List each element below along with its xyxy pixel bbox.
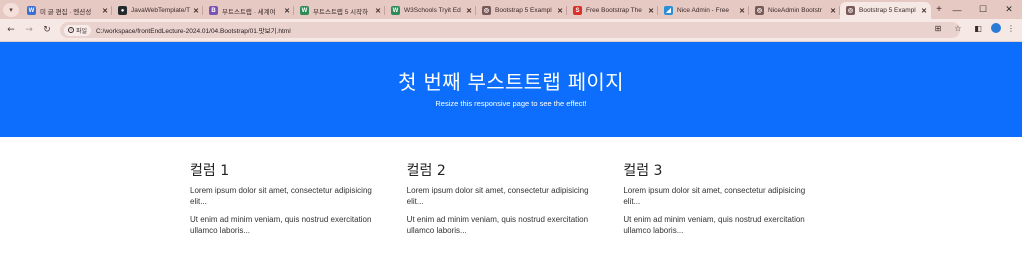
tab-favicon-icon: ◎ (846, 6, 855, 15)
tab-close-icon[interactable]: ✕ (648, 7, 654, 15)
browser-tab[interactable]: W 미 글 편집 · 멘션성 ✕ (21, 2, 112, 19)
side-panel-icon[interactable]: ◧ (971, 24, 985, 33)
tab-title: 부트스트랩 · 세계여 (222, 8, 276, 16)
tab-favicon-icon: ● (118, 6, 127, 15)
column-paragraph: Lorem ipsum dolor sit amet, consectetur … (406, 186, 589, 206)
menu-dots-icon[interactable]: ⋮ (1006, 24, 1016, 33)
tab-close-icon[interactable]: ✕ (102, 7, 108, 15)
toolbar-actions: ⊞ ☆ ◧ ⋮ (925, 23, 1016, 33)
browser-tab[interactable]: W 부트스트랩 5 시작하 ✕ (294, 2, 385, 19)
tab-favicon-icon: ◢ (664, 6, 673, 15)
browser-tab[interactable]: B 부트스트랩 · 세계여 ✕ (203, 2, 294, 19)
page-subtitle: Resize this responsive page to see the e… (435, 99, 587, 108)
minimize-button[interactable]: — (944, 5, 970, 15)
info-icon: i (68, 27, 74, 33)
close-window-button[interactable]: ✕ (996, 4, 1022, 15)
tab-title: Nice Admin - Free (677, 7, 730, 14)
column-heading: 컬럼 2 (406, 163, 446, 179)
column-paragraph: Ut enim ad minim veniam, quis nostrud ex… (623, 215, 805, 235)
reload-button[interactable]: ↻ (40, 25, 54, 35)
tab-favicon-icon: S (573, 6, 582, 15)
browser-tab[interactable]: ◢ Nice Admin - Free ✕ (658, 2, 749, 19)
chevron-down-icon: ▾ (9, 5, 13, 14)
browser-tab[interactable]: S Free Bootstrap The ✕ (567, 2, 658, 19)
column: 컬럼 2 Lorem ipsum dolor sit amet, consect… (403, 160, 620, 243)
tab-title: JavaWebTemplate/T (131, 7, 191, 14)
column: 컬럼 3 Lorem ipsum dolor sit amet, consect… (619, 160, 836, 243)
tab-favicon-icon: B (209, 6, 218, 15)
tab-close-icon[interactable]: ✕ (375, 7, 381, 15)
url-text[interactable]: C:/workspace/frontEndLecture-2024.01/04.… (96, 25, 291, 35)
tab-strip: ▾ W미 글 편집 · 멘션성 ✕ ● JavaWebTemplate/T ✕ B 부트… (0, 0, 1022, 19)
tab-close-icon[interactable]: ✕ (284, 7, 290, 15)
browser-tab[interactable]: ● JavaWebTemplate/T ✕ (112, 2, 203, 19)
tab-close-icon[interactable]: ✕ (921, 7, 927, 15)
back-button[interactable]: ← (4, 25, 18, 35)
tab-close-icon[interactable]: ✕ (466, 7, 472, 15)
tab-search-button[interactable]: ▾ (3, 2, 19, 17)
column-paragraph: Ut enim ad minim veniam, quis nostrud ex… (406, 215, 589, 235)
tab-close-icon[interactable]: ✕ (557, 7, 563, 15)
site-info-label: 파일 (76, 27, 88, 35)
column-paragraph: Ut enim ad minim veniam, quis nostrud ex… (190, 215, 372, 235)
forward-button[interactable]: → (22, 25, 36, 35)
tab-title: Bootstrap 5 Exampl (859, 7, 916, 14)
tab-title: W3Schools Tryit Ed (404, 7, 461, 14)
address-bar[interactable]: i 파일 C:/workspace/frontEndLecture-2024.01… (60, 22, 960, 38)
content-container: 컬럼 1 Lorem ipsum dolor sit amet, consect… (186, 160, 836, 243)
browser-tab-active[interactable]: ◎ Bootstrap 5 Exampl ✕ (840, 2, 931, 19)
tab-title: NiceAdmin Bootstr (768, 7, 822, 14)
tab-close-icon[interactable]: ✕ (739, 7, 745, 15)
column-paragraph: Lorem ipsum dolor sit amet, consectetur … (623, 186, 806, 206)
tab-close-icon[interactable]: ✕ (830, 7, 836, 15)
tab-title: Bootstrap 5 Exampl (495, 7, 552, 14)
browser-tab[interactable]: ◎ NiceAdmin Bootstr ✕ (749, 2, 840, 19)
tab-title: 부트스트랩 5 시작하 (313, 8, 369, 16)
profile-avatar[interactable] (991, 23, 1001, 33)
tab-favicon-icon: W (391, 6, 400, 15)
tab-favicon-icon: ◎ (755, 6, 764, 15)
arrow-right-icon: → (25, 25, 33, 35)
tab-title: 미 글 편집 · 멘션성 (40, 8, 92, 16)
reload-icon: ↻ (43, 25, 51, 35)
column: 컬럼 1 Lorem ipsum dolor sit amet, consect… (186, 160, 403, 243)
column-heading: 컬럼 1 (190, 163, 230, 179)
browser-tab[interactable]: ◎ Bootstrap 5 Exampl ✕ (476, 2, 567, 19)
column-paragraph: Lorem ipsum dolor sit amet, consectetur … (190, 186, 372, 206)
tab-title: Free Bootstrap The (586, 7, 642, 14)
site-info-chip[interactable]: i 파일 (64, 24, 92, 36)
column-heading: 컬럼 3 (623, 163, 663, 179)
tab-close-icon[interactable]: ✕ (193, 7, 199, 15)
browser-tab[interactable]: W W3Schools Tryit Ed ✕ (385, 2, 476, 19)
tab-favicon-icon: W (300, 6, 309, 15)
window-controls: — ☐ ✕ (944, 0, 1022, 19)
browser-toolbar: ← → ↻ i 파일 C:/workspace/frontEndLecture-2… (0, 19, 1022, 42)
arrow-left-icon: ← (7, 25, 15, 35)
page-title: 첫 번째 부스트트랩 페이지 (398, 70, 624, 94)
translate-icon[interactable]: ⊞ (931, 24, 945, 33)
hero-banner: 첫 번째 부스트트랩 페이지 Resize this responsive pa… (0, 42, 1022, 137)
maximize-button[interactable]: ☐ (970, 4, 996, 15)
tab-favicon-icon: ◎ (482, 6, 491, 15)
tab-list: W미 글 편집 · 멘션성 ✕ ● JavaWebTemplate/T ✕ B 부트스트… (21, 0, 931, 19)
tab-favicon-icon: W (27, 6, 36, 15)
bookmark-star-icon[interactable]: ☆ (951, 24, 965, 33)
